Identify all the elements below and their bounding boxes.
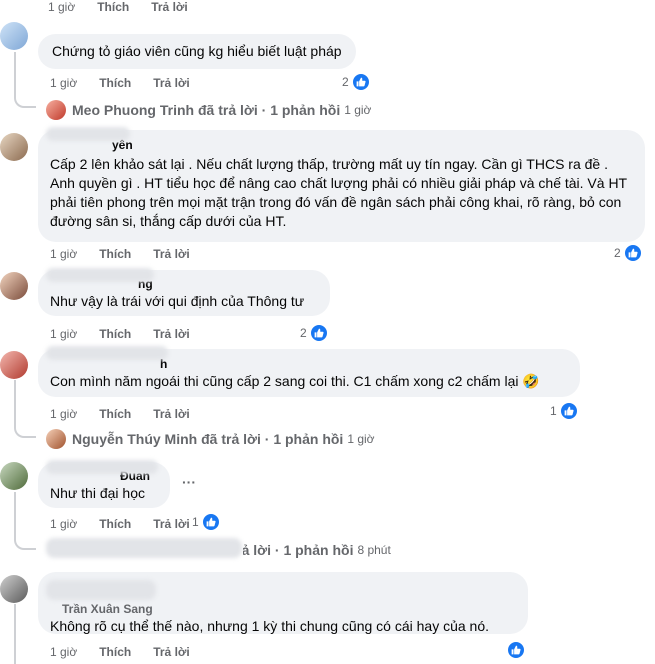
- reply-summary[interactable]: Nguyễn Thúy Minh đã trả lời · 1 phản hồi…: [46, 429, 375, 449]
- action-row: 1 giờ Thích Trả lời: [50, 517, 212, 531]
- comment-time: 1 giờ: [50, 517, 78, 531]
- more-options-icon[interactable]: ···: [182, 474, 196, 490]
- avatar: [46, 100, 66, 120]
- thumbs-up-icon: [559, 402, 578, 420]
- like-link[interactable]: Thích: [99, 517, 131, 531]
- thread-connector: [14, 492, 36, 550]
- like-link[interactable]: Thích: [97, 0, 129, 14]
- comment-text: Như vậy là trái với qui định của Thông t…: [50, 293, 305, 309]
- reply-link[interactable]: Trả lời: [153, 645, 190, 659]
- replier-name: Meo Phuong Trinh: [72, 102, 195, 118]
- author-name[interactable]: h: [160, 357, 568, 371]
- comment-time: 1 giờ: [50, 327, 78, 341]
- avatar[interactable]: [0, 272, 28, 300]
- reply-link[interactable]: Trả lời: [153, 76, 190, 90]
- separator: ·: [261, 102, 267, 118]
- comment-time: 1 giờ: [48, 0, 76, 14]
- reply-action: đã trả lời: [198, 102, 258, 118]
- like-link[interactable]: Thích: [99, 247, 131, 261]
- thumbs-up-icon: [507, 641, 525, 659]
- reply-summary[interactable]: Meo Phuong Trinh đã trả lời · 1 phản hồi…: [46, 100, 371, 120]
- avatar[interactable]: [0, 133, 28, 161]
- author-name[interactable]: ng: [138, 277, 318, 291]
- reply-time: 1 giờ: [347, 432, 375, 446]
- comment-text: Như thi đại học: [50, 485, 145, 501]
- avatar[interactable]: [0, 462, 28, 490]
- reaction-count[interactable]: 2: [300, 324, 328, 342]
- reaction-count[interactable]: 2: [614, 244, 642, 262]
- redaction-blur: [46, 127, 130, 141]
- thread-connector: [14, 380, 36, 438]
- reaction-count[interactable]: 1: [550, 402, 578, 420]
- reaction-number: 2: [614, 246, 621, 260]
- comment-text: Không rõ cụ thể thế nào, nhưng 1 kỳ thi …: [50, 618, 490, 634]
- redaction-blur: [46, 460, 158, 474]
- reply-link[interactable]: Trả lời: [153, 327, 190, 341]
- thumbs-up-icon: [351, 73, 370, 91]
- separator: ·: [274, 542, 280, 558]
- action-row: 1 giờ Thích Trả lời: [50, 247, 212, 261]
- author-name[interactable]: yên: [112, 138, 633, 152]
- author-name[interactable]: Trần Xuân Sang: [62, 602, 516, 616]
- comment-time: 1 giờ: [50, 645, 78, 659]
- avatar: [46, 429, 66, 449]
- reply-count: 1 phản hồi: [283, 542, 354, 558]
- reply-action: đã trả lời: [243, 542, 271, 558]
- reply-link[interactable]: Trả lời: [153, 247, 190, 261]
- redaction-blur: [46, 538, 242, 558]
- replier-name: Nguyễn Thúy Minh: [72, 431, 198, 447]
- reaction-number: 2: [342, 75, 349, 89]
- reply-link[interactable]: Trả lời: [151, 0, 188, 14]
- reply-time: 8 phút: [357, 543, 391, 557]
- comment-bubble: Chứng tỏ giáo viên cũng kg hiểu biết luậ…: [38, 34, 356, 69]
- like-link[interactable]: Thích: [99, 327, 131, 341]
- reaction-count[interactable]: 1: [192, 513, 220, 531]
- reaction-number: 2: [300, 326, 307, 340]
- like-link[interactable]: Thích: [99, 76, 131, 90]
- reply-count: 1 phản hồi: [273, 431, 344, 447]
- comment-text: Con mình năm ngoái thi cũng cấp 2 sang c…: [50, 373, 519, 389]
- reply-link[interactable]: Trả lời: [153, 517, 190, 531]
- reply-summary[interactable]: đã trả lời · 1 phản hồi8 phút: [243, 542, 391, 558]
- reply-link[interactable]: Trả lời: [153, 407, 190, 421]
- like-link[interactable]: Thích: [99, 407, 131, 421]
- comment-bubble: yên Cấp 2 lên khảo sát lại . Nếu chất lư…: [38, 130, 645, 242]
- comment-time: 1 giờ: [50, 407, 78, 421]
- redaction-blur: [46, 268, 154, 282]
- thumbs-up-icon: [623, 244, 642, 262]
- action-row-top: 1 giờ Thích Trả lời: [48, 0, 210, 14]
- comment-time: 1 giờ: [50, 76, 78, 90]
- laughing-emoji-icon: 🤣: [522, 373, 540, 389]
- redaction-blur: [46, 580, 156, 600]
- thumbs-up-icon: [201, 513, 220, 531]
- comment-text: Chứng tỏ giáo viên cũng kg hiểu biết luậ…: [52, 43, 342, 59]
- redaction-blur: [46, 346, 168, 360]
- action-row: 1 giờ Thích Trả lời: [50, 76, 212, 90]
- avatar[interactable]: [0, 22, 28, 50]
- action-row: 1 giờ Thích Trả lời: [50, 645, 212, 659]
- action-row: 1 giờ Thích Trả lời: [50, 327, 212, 341]
- reaction-count[interactable]: 2: [342, 73, 370, 91]
- reaction-number: 1: [192, 515, 199, 529]
- avatar[interactable]: [0, 351, 28, 379]
- separator: ·: [264, 431, 270, 447]
- comment-time: 1 giờ: [50, 247, 78, 261]
- reaction-count[interactable]: [507, 641, 525, 659]
- reply-time: 1 giờ: [344, 103, 372, 117]
- reply-action: đã trả lời: [201, 431, 261, 447]
- thread-connector: [14, 52, 36, 108]
- like-link[interactable]: Thích: [99, 645, 131, 659]
- thumbs-up-icon: [309, 324, 328, 342]
- reaction-number: 1: [550, 404, 557, 418]
- action-row: 1 giờ Thích Trả lời: [50, 407, 212, 421]
- reply-count: 1 phản hồi: [270, 102, 341, 118]
- thread-connector: [14, 604, 16, 664]
- avatar[interactable]: [0, 575, 28, 603]
- comment-text: Cấp 2 lên khảo sát lại . Nếu chất lượng …: [50, 156, 627, 229]
